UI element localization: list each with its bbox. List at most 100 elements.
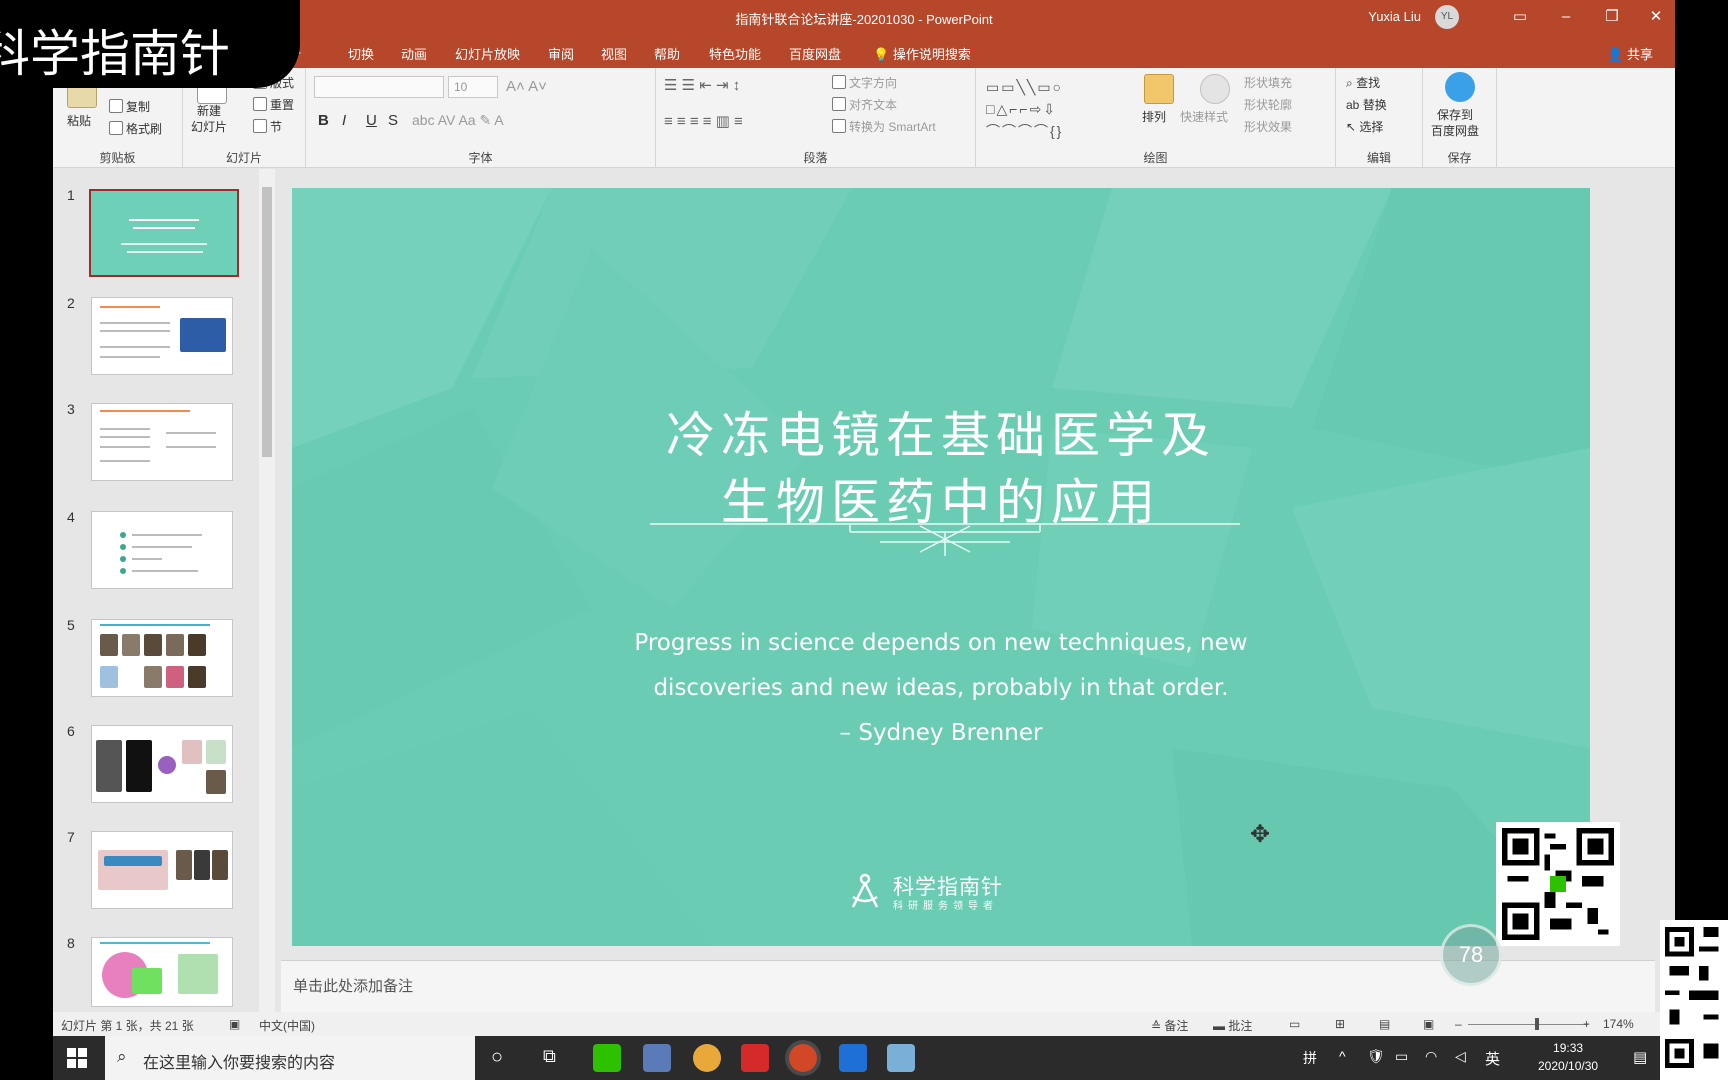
slide-thumbnails-pane: 1 2 3 4 5 6 7 8 xyxy=(53,169,279,1012)
arrange-button[interactable]: 排列 xyxy=(1142,108,1166,125)
replace-button[interactable]: ab 替换 xyxy=(1346,96,1387,113)
shield-app-icon[interactable] xyxy=(643,1044,671,1072)
quick-styles-button[interactable]: 快速样式 xyxy=(1180,108,1228,125)
smartart-button[interactable]: 转换为 SmartArt xyxy=(832,118,936,135)
thumb-slide-7[interactable] xyxy=(91,831,233,909)
zoom-in-icon[interactable]: + xyxy=(1583,1017,1590,1031)
taskbar-clock[interactable]: 19:33 2020/10/30 xyxy=(1538,1039,1598,1075)
quick-styles-icon[interactable] xyxy=(1200,74,1230,104)
select-button[interactable]: ↖ 选择 xyxy=(1346,118,1383,135)
tray-chevron-icon[interactable]: ^ xyxy=(1339,1048,1346,1064)
spelling-icon[interactable]: ▣ xyxy=(229,1017,240,1031)
zoom-slider-knob[interactable] xyxy=(1535,1018,1539,1030)
windows-taskbar: ⌕ 在这里输入你要搜索的内容 ○ ⧉ 拼 ^ 🛡 ▭ ◠ ◁ 英 19:33 2… xyxy=(53,1036,1675,1080)
tab-slideshow[interactable]: 幻灯片放映 xyxy=(455,44,520,63)
bullets-icon[interactable]: ☰ ☰ ⇤ ⇥ ↕ xyxy=(664,76,740,94)
user-name[interactable]: Yuxia Liu xyxy=(1368,9,1421,24)
paste-button[interactable]: 粘贴 xyxy=(67,112,91,129)
windows-start-icon[interactable] xyxy=(67,1048,87,1068)
ribbon-display-icon[interactable]: ▭ xyxy=(1505,4,1535,30)
notification-icon[interactable]: ▤ xyxy=(1633,1048,1647,1066)
thumb-slide-8[interactable] xyxy=(91,937,233,1007)
shadow-button[interactable]: S xyxy=(388,112,398,129)
tab-baidu-netdisk[interactable]: 百度网盘 xyxy=(789,44,841,63)
copy-button[interactable]: 复制 xyxy=(109,98,150,115)
volume-icon[interactable]: ◁ xyxy=(1455,1048,1466,1065)
tell-me-search[interactable]: 💡 操作说明搜索 xyxy=(873,44,971,63)
powerpoint-window: 指南针联合论坛讲座-20201030 - PowerPoint Yuxia Li… xyxy=(53,0,1675,1036)
tab-help[interactable]: 帮助 xyxy=(654,44,680,63)
new-slide-label-2[interactable]: 幻灯片 xyxy=(191,118,227,135)
taskbar-search-box[interactable]: ⌕ 在这里输入你要搜索的内容 xyxy=(105,1036,475,1080)
shape-effects-button[interactable]: 形状效果 xyxy=(1244,118,1292,135)
save-to-label-1[interactable]: 保存到 xyxy=(1437,106,1473,123)
powerpoint-icon[interactable] xyxy=(789,1044,817,1072)
ime-pad-icon[interactable]: 拼 xyxy=(1303,1048,1317,1068)
language-indicator[interactable]: 中文(中国) xyxy=(259,1017,315,1034)
zoom-out-icon[interactable]: – xyxy=(1455,1017,1462,1031)
section-button[interactable]: 节 xyxy=(253,118,282,135)
font-tools-icon[interactable]: abc AV Aa ✎ A xyxy=(412,112,504,129)
close-button[interactable]: ✕ xyxy=(1641,4,1671,30)
chrome-icon[interactable] xyxy=(693,1044,721,1072)
underline-button[interactable]: U xyxy=(366,112,377,129)
ime-indicator[interactable]: 英 xyxy=(1485,1048,1500,1069)
font-size-box[interactable]: 10 xyxy=(448,76,498,98)
zoom-slider[interactable] xyxy=(1468,1024,1588,1025)
shape-fill-button[interactable]: 形状填充 xyxy=(1244,74,1292,91)
normal-view-icon[interactable]: ▭ xyxy=(1289,1017,1300,1031)
slideshow-icon[interactable]: ▣ xyxy=(1423,1017,1434,1031)
reading-view-icon[interactable]: ▤ xyxy=(1379,1017,1390,1031)
save-to-label-2[interactable]: 百度网盘 xyxy=(1431,122,1479,139)
thumb-slide-4[interactable] xyxy=(91,511,233,589)
comments-toggle[interactable]: ▬ 批注 xyxy=(1213,1017,1252,1034)
minimize-button[interactable]: – xyxy=(1551,4,1581,30)
tab-features[interactable]: 特色功能 xyxy=(709,44,761,63)
thumb-slide-2[interactable] xyxy=(91,297,233,375)
notes-toggle[interactable]: ≙ 备注 xyxy=(1151,1017,1188,1034)
grow-font-icon[interactable]: A˄ A˅ xyxy=(506,78,547,95)
format-painter-button[interactable]: 格式刷 xyxy=(109,120,162,137)
bold-button[interactable]: B xyxy=(318,112,329,129)
reset-button[interactable]: 重置 xyxy=(253,96,294,113)
group-font: 10 A˄ A˅ B I U S abc AV Aa ✎ A 字体 xyxy=(306,68,656,168)
avatar[interactable]: YL xyxy=(1435,5,1459,29)
tab-transitions[interactable]: 切换 xyxy=(348,44,374,63)
align-text-button[interactable]: 对齐文本 xyxy=(832,96,897,113)
app-image-icon[interactable] xyxy=(887,1044,915,1072)
battery-icon[interactable]: ▭ xyxy=(1395,1048,1408,1065)
font-name-box[interactable] xyxy=(314,76,444,98)
baidu-netdisk-icon[interactable] xyxy=(1445,72,1475,102)
thumb-slide-5[interactable] xyxy=(91,619,233,697)
cortana-icon[interactable]: ○ xyxy=(491,1046,503,1069)
new-slide-label-1[interactable]: 新建 xyxy=(197,102,221,119)
app-blue-icon[interactable] xyxy=(839,1044,867,1072)
shape-outline-button[interactable]: 形状轮廓 xyxy=(1244,96,1292,113)
wechat-icon[interactable] xyxy=(593,1044,621,1072)
tab-review[interactable]: 审阅 xyxy=(548,44,574,63)
notes-label: 备注 xyxy=(1164,1019,1189,1033)
tab-view[interactable]: 视图 xyxy=(601,44,627,63)
thumbnails-scrollbar[interactable] xyxy=(259,169,275,1012)
restore-button[interactable]: ❐ xyxy=(1597,4,1627,30)
thumb-slide-1[interactable] xyxy=(89,189,239,277)
tab-animations[interactable]: 动画 xyxy=(401,44,427,63)
thumb-slide-6[interactable] xyxy=(91,725,233,803)
slide-sorter-icon[interactable]: ⊞ xyxy=(1335,1017,1345,1031)
italic-button[interactable]: I xyxy=(342,112,346,129)
app-red-icon[interactable] xyxy=(741,1044,769,1072)
share-button[interactable]: 👤 共享 xyxy=(1607,44,1653,63)
thumb-slide-3[interactable] xyxy=(91,403,233,481)
zoom-level[interactable]: 174% xyxy=(1603,1017,1634,1031)
align-icon[interactable]: ≡ ≡ ≡ ≡ ▥ ≡ xyxy=(664,112,743,130)
current-slide[interactable]: 冷冻电镜在基础医学及 生物医药中的应用 Progress in science … xyxy=(292,188,1590,946)
text-direction-button[interactable]: 文字方向 xyxy=(832,74,897,91)
defender-icon[interactable]: 🛡 xyxy=(1367,1048,1385,1065)
arrange-icon[interactable] xyxy=(1144,74,1174,104)
thumbnails-scroll-thumb[interactable] xyxy=(262,187,272,457)
smartart-label: 转换为 SmartArt xyxy=(849,120,936,134)
find-button[interactable]: ⌕ 查找 xyxy=(1346,74,1380,91)
network-icon[interactable]: ◠ xyxy=(1425,1048,1437,1065)
shapes-gallery-icon[interactable]: ▭▭╲╲▭○ □△⌐⌐⇨⇩ ⌒⌒⌒⌒{} xyxy=(986,76,1136,142)
task-view-icon[interactable]: ⧉ xyxy=(543,1046,556,1067)
